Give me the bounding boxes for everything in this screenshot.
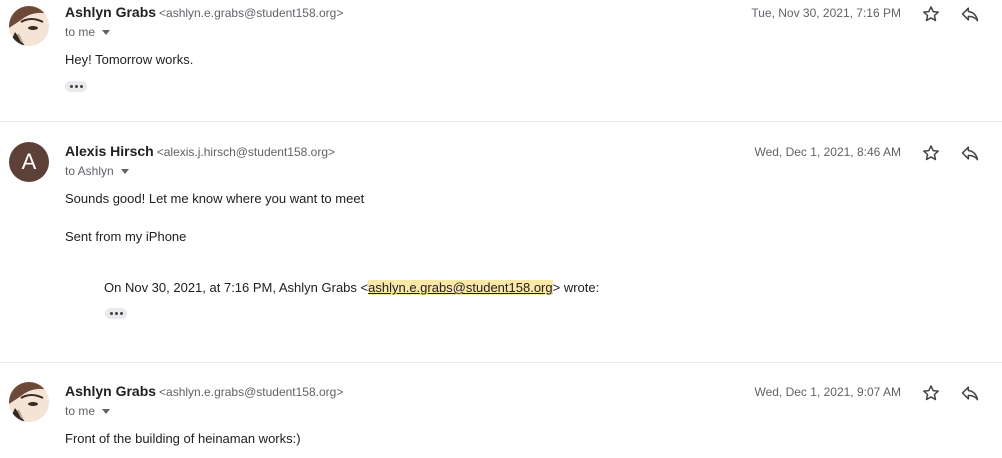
reply-icon xyxy=(961,146,979,161)
message-body: Front of the building of heinaman works:… xyxy=(65,431,301,446)
sender-avatar[interactable] xyxy=(9,382,49,422)
chevron-down-icon[interactable] xyxy=(102,409,111,414)
sender-avatar[interactable] xyxy=(9,6,49,46)
message-body: Hey! Tomorrow works. xyxy=(65,52,194,67)
sender-email: <alexis.j.hirsch@student158.org> xyxy=(156,145,336,159)
sender-avatar[interactable]: A xyxy=(9,142,49,182)
chevron-down-icon[interactable] xyxy=(102,30,111,35)
recipient-label: to me xyxy=(65,404,96,418)
message-signature: Sent from my iPhone xyxy=(65,229,187,244)
message-divider xyxy=(0,362,1002,363)
message-date: Wed, Dec 1, 2021, 9:07 AM xyxy=(754,385,901,399)
reply-button[interactable] xyxy=(956,0,984,28)
star-icon xyxy=(923,145,939,161)
star-button[interactable] xyxy=(917,379,945,407)
reply-icon xyxy=(961,7,979,22)
chevron-down-icon[interactable] xyxy=(120,169,129,174)
quoted-header: On Nov 30, 2021, at 7:16 PM, Ashlyn Grab… xyxy=(104,280,600,295)
more-dots-icon xyxy=(69,85,73,88)
message-date: Tue, Nov 30, 2021, 7:16 PM xyxy=(751,6,901,20)
sender: Alexis Hirsch <alexis.j.hirsch@student158… xyxy=(65,143,335,161)
reply-button[interactable] xyxy=(956,379,984,407)
reply-icon xyxy=(961,386,979,401)
reply-button[interactable] xyxy=(956,139,984,167)
quoted-email-link[interactable]: ashlyn.e.grabs@student158.org xyxy=(368,280,553,295)
recipient-details-toggle[interactable]: to Ashlyn xyxy=(65,164,129,178)
sender-email: <ashlyn.e.grabs@student158.org> xyxy=(159,6,344,20)
message-divider xyxy=(0,121,1002,122)
recipient-label: to Ashlyn xyxy=(65,164,114,178)
sender: Ashlyn Grabs <ashlyn.e.grabs@student158.o… xyxy=(65,4,343,22)
sender: Ashlyn Grabs <ashlyn.e.grabs@student158.o… xyxy=(65,383,343,401)
recipient-details-toggle[interactable]: to me xyxy=(65,404,111,418)
sender-email: <ashlyn.e.grabs@student158.org> xyxy=(159,385,344,399)
recipient-details-toggle[interactable]: to me xyxy=(65,25,111,39)
recipient-label: to me xyxy=(65,25,96,39)
star-button[interactable] xyxy=(917,139,945,167)
message-date: Wed, Dec 1, 2021, 8:46 AM xyxy=(754,145,901,159)
sender-name[interactable]: Alexis Hirsch xyxy=(65,143,154,159)
star-icon xyxy=(923,385,939,401)
star-button[interactable] xyxy=(917,0,945,28)
show-trimmed-content-button[interactable] xyxy=(105,308,127,319)
sender-name[interactable]: Ashlyn Grabs xyxy=(65,4,156,20)
show-trimmed-content-button[interactable] xyxy=(65,81,87,92)
message-body-line: Sounds good! Let me know where you want … xyxy=(65,191,365,206)
sender-name[interactable]: Ashlyn Grabs xyxy=(65,383,156,399)
star-icon xyxy=(923,6,939,22)
more-dots-icon xyxy=(109,312,113,315)
